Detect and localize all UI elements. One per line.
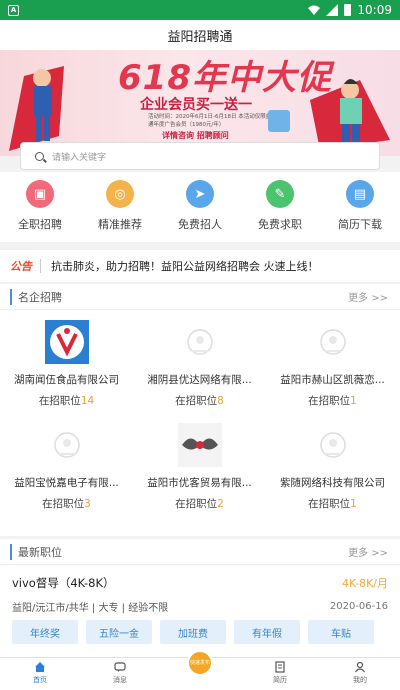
superhero-left-illustration [9, 66, 64, 151]
benefit-tag: 有年假 [234, 620, 300, 644]
tab-label: 消息 [113, 676, 127, 684]
shortcut-label: 精准推荐 [98, 218, 142, 231]
company-card[interactable]: 益阳宝悦嘉电子有限... 在招职位3 [0, 413, 133, 516]
company-card[interactable]: 益阳市赫山区凯薇恋... 在招职位1 [266, 310, 399, 413]
shortcut-recommended[interactable]: ◎ 精准推荐 [85, 180, 155, 242]
user-icon [355, 661, 365, 673]
announcement-text: 抗击肺炎，助力招聘！益阳公益网络招聘会 火速上线！ [51, 260, 319, 273]
company-name: 益阳市赫山区凯薇恋... [280, 374, 385, 386]
signal-icon [326, 4, 339, 16]
message-icon [114, 662, 126, 672]
shortcut-label: 简历下载 [338, 218, 382, 231]
company-name: 湖南闻伍食品有限公司 [14, 374, 119, 386]
job-count: 在招职位14 [38, 395, 95, 407]
featured-companies-section: 名企招聘 更多 >> 湖南闻伍食品有限公司 在招职位14 湘阴县优达网络有限..… [0, 284, 400, 536]
banner-subtitle: 企业会员买一送一 [140, 97, 252, 113]
company-logo [177, 423, 222, 467]
company-card[interactable]: 湖南闻伍食品有限公司 在招职位14 [0, 310, 133, 413]
tab-messages[interactable]: 消息 [90, 658, 150, 685]
banner-fine-print: 活动时间：2020年6月1日-6月18日 本活动仅限益阳招聘通年度广告会员（19… [148, 114, 288, 128]
tab-label: 首页 [33, 676, 47, 684]
battery-icon [344, 4, 352, 16]
resume-icon [275, 661, 285, 673]
shortcut-resume-download[interactable]: ▤ 简历下载 [325, 180, 395, 242]
home-icon [35, 662, 45, 672]
search-input[interactable]: 请输入关键字 [20, 142, 380, 170]
company-card[interactable]: 紫随网络科技有限公司 在招职位1 [266, 413, 399, 516]
job-count: 在招职位8 [175, 395, 224, 407]
promo-banner[interactable]: 618年中大促 企业会员买一送一 活动时间：2020年6月1日-6月18日 本活… [0, 50, 400, 156]
company-card[interactable]: 益阳市优客贸易有限... 在招职位2 [133, 413, 266, 516]
tab-resume[interactable]: 简历 [250, 658, 310, 685]
benefit-tag: 五险一金 [86, 620, 152, 644]
company-logo [178, 320, 222, 364]
company-name: 益阳宝悦嘉电子有限... [14, 477, 119, 489]
publish-button[interactable]: 快速发布 [187, 650, 213, 676]
announcement-tag: 公告 [10, 260, 32, 273]
company-name: 益阳市优客贸易有限... [147, 477, 252, 489]
shortcut-free-job-search[interactable]: ✎ 免费求职 [245, 180, 315, 242]
shortcut-full-time-jobs[interactable]: ▣ 全职招聘 [5, 180, 75, 242]
app-bar: 益阳招聘通 [0, 20, 400, 50]
company-logo [44, 320, 89, 364]
shortcut-menu: ▣ 全职招聘 ◎ 精准推荐 ➤ 免费招人 ✎ 免费求职 ▤ 简历下载 [0, 172, 400, 242]
tab-home[interactable]: 首页 [10, 658, 70, 685]
gift-box-icon [268, 110, 290, 132]
tab-profile[interactable]: 我的 [330, 658, 390, 685]
job-meta: 益阳/沅江市/共华 | 大专 | 经验不限 [12, 603, 169, 614]
shortcut-label: 免费招人 [178, 218, 222, 231]
briefcase-icon: ▣ [26, 180, 54, 208]
announcement-bar[interactable]: 公告 抗击肺炎，助力招聘！益阳公益网络招聘会 火速上线！ [0, 250, 400, 282]
publish-label: 快速发布 [189, 660, 210, 666]
benefit-tags: 年终奖 五险一金 加班费 有年假 车贴 [12, 620, 388, 644]
divider [40, 259, 41, 273]
company-logo [311, 320, 355, 364]
search-icon [35, 151, 44, 161]
shortcut-free-hiring[interactable]: ➤ 免费招人 [165, 180, 235, 242]
wifi-icon [308, 5, 321, 15]
tab-publish[interactable]: 快速发布 [170, 650, 230, 676]
job-count: 在招职位3 [42, 498, 91, 510]
tab-label: 我的 [353, 676, 367, 684]
job-salary: 4K-8K/月 [342, 577, 388, 590]
shortcut-label: 免费求职 [258, 218, 302, 231]
notification-icon: A [8, 4, 19, 16]
company-name: 紫随网络科技有限公司 [280, 477, 385, 489]
resume-icon: ▤ [346, 180, 374, 208]
company-logo [45, 423, 89, 467]
company-logo [311, 423, 355, 467]
status-bar: A 10:09 [0, 0, 400, 20]
benefit-tag: 车贴 [308, 620, 374, 644]
company-name: 湘阴县优达网络有限... [147, 374, 252, 386]
section-title: 名企招聘 [10, 288, 62, 305]
target-icon: ◎ [106, 180, 134, 208]
search-placeholder: 请输入关键字 [52, 152, 107, 163]
more-link[interactable]: 更多 >> [348, 544, 388, 559]
benefit-tag: 加班费 [160, 620, 226, 644]
job-count: 在招职位2 [175, 498, 224, 510]
job-title: vivo督导（4K-8K） [12, 576, 115, 590]
benefit-tag: 年终奖 [12, 620, 78, 644]
more-link[interactable]: 更多 >> [348, 289, 388, 304]
job-count: 在招职位1 [308, 498, 357, 510]
tab-label: 简历 [273, 676, 287, 684]
banner-cta: 详情咨询 招聘顾问 [162, 131, 229, 140]
job-count: 在招职位1 [308, 395, 357, 407]
job-date: 2020-06-16 [329, 601, 388, 612]
bottom-tab-bar: 首页 消息 快速发布 简历 我的 [0, 650, 400, 690]
shortcut-label: 全职招聘 [18, 218, 62, 231]
section-title: 最新职位 [10, 543, 62, 560]
clock: 10:09 [357, 3, 392, 17]
edit-icon: ✎ [266, 180, 294, 208]
company-card[interactable]: 湘阴县优达网络有限... 在招职位8 [133, 310, 266, 413]
page-title: 益阳招聘通 [167, 29, 233, 45]
paper-plane-icon: ➤ [186, 180, 214, 208]
job-item[interactable]: vivo督导（4K-8K） 4K-8K/月 益阳/沅江市/共华 | 大专 | 经… [0, 565, 400, 644]
latest-jobs-section: 最新职位 更多 >> vivo督导（4K-8K） 4K-8K/月 益阳/沅江市/… [0, 539, 400, 657]
